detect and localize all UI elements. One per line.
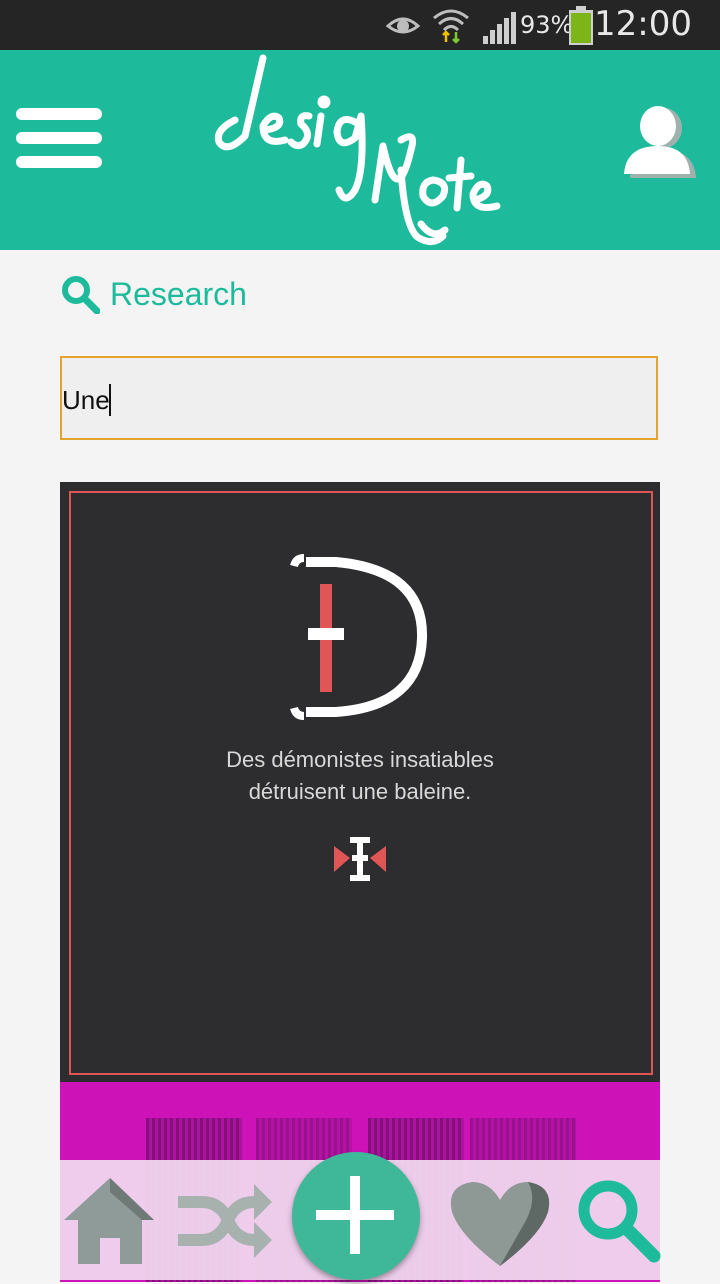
battery-icon	[569, 6, 593, 45]
search-icon	[62, 276, 100, 314]
tagline-line-1: Des démonistes insatiables	[226, 747, 494, 772]
add-icon	[316, 1176, 394, 1254]
result-card[interactable]: Des démonistes insatiables détruisent un…	[60, 482, 660, 1082]
nav-search-button[interactable]	[556, 1160, 676, 1280]
nav-favorites-button[interactable]	[440, 1160, 560, 1280]
battery-percent: 93%	[520, 11, 574, 39]
search-icon	[578, 1180, 661, 1263]
text-cursor	[109, 384, 111, 416]
tagline-line-2: détruisent une baleine.	[248, 779, 472, 804]
research-label: Research	[110, 275, 247, 312]
content-area: Research Des démonistes insatiables détr…	[0, 250, 720, 1282]
status-time: 12:00	[594, 4, 692, 44]
shuffle-icon	[178, 1184, 272, 1258]
home-icon	[64, 1178, 154, 1264]
nav-shuffle-button[interactable]	[162, 1160, 282, 1280]
card-tagline: Des démonistes insatiables détruisent un…	[60, 744, 660, 808]
search-field[interactable]	[60, 356, 658, 440]
research-header: Research	[60, 272, 247, 316]
hamburger-menu-icon[interactable]	[16, 108, 102, 168]
d-monogram-icon	[290, 554, 428, 720]
app-logo	[214, 54, 501, 245]
signal-icon	[483, 12, 516, 44]
eye-icon	[386, 17, 420, 34]
wifi-icon	[433, 9, 469, 44]
ornament-icon	[334, 837, 386, 881]
user-profile-icon[interactable]	[622, 100, 696, 180]
search-input[interactable]	[62, 382, 642, 418]
app-bar	[0, 50, 720, 250]
add-note-button[interactable]	[292, 1152, 420, 1280]
status-bar: 93% 12:00	[0, 0, 720, 50]
nav-home-button[interactable]	[50, 1160, 170, 1280]
heart-icon	[450, 1182, 550, 1266]
